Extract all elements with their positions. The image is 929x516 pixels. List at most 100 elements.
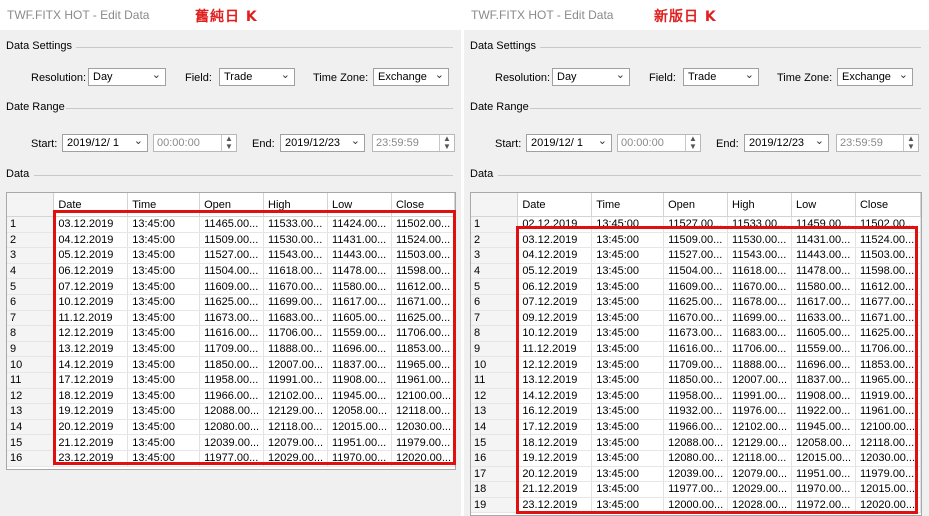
table-cell[interactable]: 11598.00... bbox=[855, 263, 922, 280]
table-row[interactable]: 1 03.12.2019 13:45:00 11465.00... 11533.00..… bbox=[7, 216, 456, 233]
field-select[interactable]: Trade ⌄ bbox=[219, 68, 295, 86]
table-row[interactable]: 2 03.12.2019 13:45:00 11509.00... 11530.00..… bbox=[471, 232, 922, 249]
end-time-input[interactable]: 23:59:59 ▲ ▼ bbox=[836, 134, 919, 152]
table-cell[interactable]: 11605.00... bbox=[791, 325, 856, 342]
field-select[interactable]: Trade ⌄ bbox=[683, 68, 759, 86]
table-cell[interactable]: 13:45:00 bbox=[127, 325, 201, 342]
row-number[interactable]: 11 bbox=[471, 372, 519, 389]
table-cell[interactable]: 11678.00... bbox=[727, 294, 793, 311]
row-number[interactable]: 17 bbox=[471, 466, 519, 483]
table-cell[interactable]: 16.12.2019 bbox=[517, 403, 593, 420]
table-cell[interactable]: 11966.00... bbox=[199, 388, 265, 405]
table-cell[interactable]: 11.12.2019 bbox=[53, 310, 129, 327]
start-time-input[interactable]: 00:00:00 ▲ ▼ bbox=[617, 134, 701, 152]
row-number[interactable]: 18 bbox=[471, 481, 519, 498]
start-date-picker[interactable]: 2019/12/ 1 ⌄ bbox=[62, 134, 148, 152]
table-cell[interactable]: 04.12.2019 bbox=[53, 232, 129, 249]
table-row[interactable]: 10 12.12.2019 13:45:00 11709.00... 11888.00.… bbox=[471, 356, 922, 373]
table-cell[interactable]: 13:45:00 bbox=[127, 232, 201, 249]
table-row[interactable]: 7 11.12.2019 13:45:00 11673.00... 11683.00..… bbox=[7, 310, 456, 327]
table-row[interactable]: 7 09.12.2019 13:45:00 11670.00... 11699.00..… bbox=[471, 310, 922, 327]
table-cell[interactable]: 13:45:00 bbox=[591, 278, 665, 295]
row-number[interactable]: 5 bbox=[471, 278, 519, 295]
row-number[interactable]: 13 bbox=[7, 403, 55, 420]
table-cell[interactable]: 12028.00... bbox=[727, 497, 793, 514]
table-cell[interactable]: 12029.00... bbox=[263, 450, 328, 467]
row-number[interactable]: 3 bbox=[7, 247, 55, 264]
row-number[interactable]: 8 bbox=[7, 325, 55, 342]
row-number[interactable]: 7 bbox=[7, 310, 55, 327]
table-cell[interactable]: 12.12.2019 bbox=[517, 356, 593, 373]
table-row[interactable]: 8 10.12.2019 13:45:00 11673.00... 11683.00..… bbox=[471, 325, 922, 342]
table-cell[interactable]: 11965.00... bbox=[855, 372, 922, 389]
table-row[interactable]: 13 19.12.2019 13:45:00 12088.00... 12129.00.… bbox=[7, 403, 456, 420]
table-cell[interactable]: 11559.00... bbox=[327, 325, 392, 342]
column-header[interactable]: Low bbox=[327, 193, 392, 217]
table-cell[interactable]: 12007.00... bbox=[263, 356, 328, 373]
table-cell[interactable]: 11837.00... bbox=[791, 372, 856, 389]
table-cell[interactable]: 14.12.2019 bbox=[53, 356, 129, 373]
table-cell[interactable]: 12020.00... bbox=[391, 450, 456, 467]
table-cell[interactable]: 11706.00... bbox=[727, 341, 793, 358]
table-cell[interactable]: 12030.00... bbox=[855, 450, 922, 467]
table-cell[interactable]: 13:45:00 bbox=[127, 419, 201, 436]
table-cell[interactable]: 13:45:00 bbox=[591, 216, 665, 233]
table-cell[interactable]: 12129.00... bbox=[263, 403, 328, 420]
table-cell[interactable]: 11853.00... bbox=[855, 356, 922, 373]
table-cell[interactable]: 11612.00... bbox=[391, 278, 456, 295]
table-cell[interactable]: 10.12.2019 bbox=[517, 325, 593, 342]
table-cell[interactable]: 11530.00... bbox=[263, 232, 328, 249]
table-row[interactable]: 9 11.12.2019 13:45:00 11616.00... 11706.00..… bbox=[471, 341, 922, 358]
table-cell[interactable]: 13:45:00 bbox=[591, 388, 665, 405]
table-cell[interactable]: 11671.00... bbox=[391, 294, 456, 311]
table-cell[interactable]: 13:45:00 bbox=[591, 466, 665, 483]
table-cell[interactable]: 11431.00... bbox=[791, 232, 856, 249]
table-cell[interactable]: 13:45:00 bbox=[591, 247, 665, 264]
table-cell[interactable]: 11970.00... bbox=[791, 481, 856, 498]
table-cell[interactable]: 11625.00... bbox=[199, 294, 265, 311]
table-cell[interactable]: 11509.00... bbox=[199, 232, 265, 249]
table-row[interactable]: 16 19.12.2019 13:45:00 12080.00... 12118.00.… bbox=[471, 450, 922, 467]
row-number[interactable]: 14 bbox=[471, 419, 519, 436]
column-header[interactable]: Open bbox=[663, 193, 729, 217]
table-cell[interactable]: 11559.00... bbox=[791, 341, 856, 358]
table-cell[interactable]: 21.12.2019 bbox=[517, 481, 593, 498]
table-cell[interactable]: 13:45:00 bbox=[591, 450, 665, 467]
table-cell[interactable]: 05.12.2019 bbox=[517, 263, 593, 280]
column-header[interactable]: Low bbox=[791, 193, 856, 217]
table-cell[interactable]: 11977.00... bbox=[663, 481, 729, 498]
table-cell[interactable]: 11951.00... bbox=[791, 466, 856, 483]
row-number[interactable]: 3 bbox=[471, 247, 519, 264]
table-cell[interactable]: 11625.00... bbox=[391, 310, 456, 327]
row-number[interactable]: 10 bbox=[7, 356, 55, 373]
table-cell[interactable]: 21.12.2019 bbox=[53, 434, 129, 451]
table-cell[interactable]: 11991.00... bbox=[727, 388, 793, 405]
table-cell[interactable]: 13:45:00 bbox=[127, 278, 201, 295]
table-cell[interactable]: 11908.00... bbox=[791, 388, 856, 405]
table-cell[interactable]: 11504.00... bbox=[663, 263, 729, 280]
table-cell[interactable]: 12015.00... bbox=[855, 481, 922, 498]
table-cell[interactable]: 11888.00... bbox=[727, 356, 793, 373]
table-row[interactable]: 11 17.12.2019 13:45:00 11958.00... 11991.00.… bbox=[7, 372, 456, 389]
table-cell[interactable]: 11598.00... bbox=[391, 263, 456, 280]
table-cell[interactable]: 13:45:00 bbox=[127, 356, 201, 373]
table-cell[interactable]: 02.12.2019 bbox=[517, 216, 593, 233]
column-header[interactable]: Date bbox=[517, 193, 593, 217]
row-number[interactable]: 9 bbox=[7, 341, 55, 358]
table-cell[interactable]: 11888.00... bbox=[263, 341, 328, 358]
row-number[interactable]: 7 bbox=[471, 310, 519, 327]
table-cell[interactable]: 11533.00... bbox=[263, 216, 328, 233]
table-row[interactable]: 18 21.12.2019 13:45:00 11977.00... 12029.00.… bbox=[471, 481, 922, 498]
table-cell[interactable]: 11850.00... bbox=[663, 372, 729, 389]
spin-updown-icon[interactable]: ▲ ▼ bbox=[439, 135, 454, 151]
table-cell[interactable]: 11958.00... bbox=[663, 388, 729, 405]
table-cell[interactable]: 12080.00... bbox=[199, 419, 265, 436]
table-cell[interactable]: 11977.00... bbox=[199, 450, 265, 467]
table-cell[interactable]: 13.12.2019 bbox=[517, 372, 593, 389]
table-cell[interactable]: 11527.00... bbox=[663, 247, 729, 264]
table-cell[interactable]: 07.12.2019 bbox=[517, 294, 593, 311]
table-cell[interactable]: 13:45:00 bbox=[127, 310, 201, 327]
table-cell[interactable]: 03.12.2019 bbox=[517, 232, 593, 249]
table-cell[interactable]: 23.12.2019 bbox=[517, 497, 593, 514]
table-cell[interactable]: 12088.00... bbox=[663, 434, 729, 451]
